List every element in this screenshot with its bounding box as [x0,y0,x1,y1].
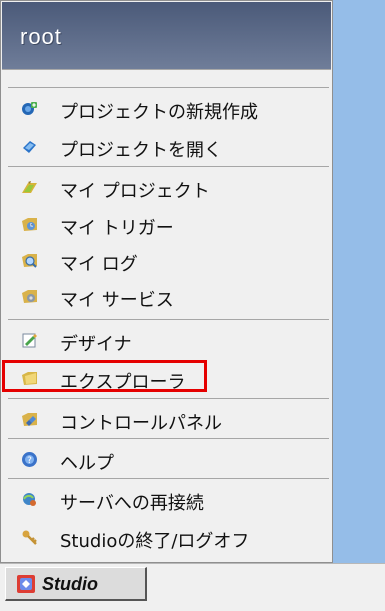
menu-item-label: デザイナ [60,334,132,355]
studio-button-label: Studio [42,574,98,594]
taskbar: Studio [0,563,385,611]
studio-icon [16,574,36,594]
menu-item-my-service[interactable]: マイ サービス [2,278,331,314]
menu-separator [8,478,329,479]
menu-item-help[interactable]: ? ヘルプ [2,441,331,477]
menu-separator [8,398,329,399]
menu-item-exit-logoff[interactable]: Studioの終了/ログオフ [2,519,331,555]
menu-item-label: コントロールパネル [60,413,222,434]
desktop-background [333,0,385,563]
menu-header: root [2,2,331,70]
control-panel-icon [21,411,38,428]
new-project-icon [21,100,38,117]
menu-item-label: プロジェクトを開く [60,140,222,161]
menu-item-my-log[interactable]: マイ ログ [2,242,331,278]
menu-separator [8,166,329,167]
screen: root プロジェクトの新規作成 プロジェクトを開く マイ プロジェクト マイ … [0,0,385,611]
menu-separator [8,438,329,439]
menu-item-label: マイ プロジェクト [60,181,210,202]
menu-separator [8,319,329,320]
my-service-icon [21,288,38,305]
explorer-icon [21,370,38,387]
menu-item-reconnect-server[interactable]: サーバへの再接続 [2,481,331,517]
menu-item-explorer[interactable]: エクスプローラ [2,360,331,396]
menu-item-open-project[interactable]: プロジェクトを開く [2,128,331,164]
studio-taskbar-button[interactable]: Studio [5,567,147,601]
user-name: root [20,24,62,49]
menu-item-label: プロジェクトの新規作成 [60,102,258,123]
reconnect-icon [21,491,38,508]
logoff-icon [21,529,38,546]
menu-item-label: エクスプローラ [60,372,186,393]
menu-item-new-project[interactable]: プロジェクトの新規作成 [2,90,331,126]
my-log-icon [21,252,38,269]
menu-item-designer[interactable]: デザイナ [2,322,331,358]
svg-text:?: ? [27,456,32,466]
menu-item-label: サーバへの再接続 [60,493,204,514]
menu-item-my-project[interactable]: マイ プロジェクト [2,169,331,205]
menu-item-label: マイ サービス [60,290,174,311]
menu-item-control-panel[interactable]: コントロールパネル [2,401,331,437]
menu-item-label: マイ トリガー [60,218,174,239]
menu-item-my-trigger[interactable]: マイ トリガー [2,206,331,242]
my-project-icon [21,179,38,196]
my-trigger-icon [21,216,38,233]
designer-icon [21,332,38,349]
menu-item-label: マイ ログ [60,254,138,275]
studio-menu: root プロジェクトの新規作成 プロジェクトを開く マイ プロジェクト マイ … [0,0,333,563]
menu-separator [8,87,329,88]
menu-item-label: ヘルプ [60,453,114,474]
help-icon: ? [21,451,38,468]
open-project-icon [21,138,38,155]
menu-item-label: Studioの終了/ログオフ [60,531,250,552]
